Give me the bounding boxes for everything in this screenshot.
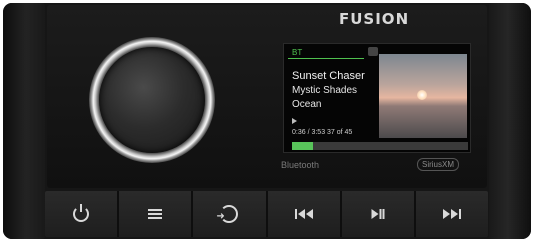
track-title: Sunset Chaser: [292, 70, 365, 82]
source-icon: ➜: [216, 205, 239, 223]
album-art-sun: [417, 90, 427, 100]
bluetooth-logo: Bluetooth: [281, 160, 320, 170]
source-arrow-icon: ➜: [216, 211, 225, 222]
album-art: [379, 54, 467, 138]
next-icon: [442, 209, 461, 219]
brand-logo: FUSION: [339, 10, 410, 28]
play-pause-button[interactable]: [342, 191, 416, 237]
button-bar: ➜: [45, 191, 488, 237]
previous-icon: [294, 209, 313, 219]
play-pause-icon: [371, 209, 385, 219]
stereo-unit: FUSION BT Sunset Chaser Mystic Shades Oc…: [3, 3, 531, 239]
lock-icon: [368, 47, 378, 56]
track-artist: Mystic Shades: [292, 85, 358, 96]
track-time: 0:36 / 3:53 37 of 45: [292, 129, 353, 136]
menu-button[interactable]: [119, 191, 194, 237]
power-button[interactable]: [45, 191, 120, 237]
progress-bar: [292, 142, 468, 150]
display-screen: BT Sunset Chaser Mystic Shades Ocean 0:3…: [283, 43, 471, 153]
volume-knob[interactable]: [99, 47, 205, 153]
source-button[interactable]: ➜: [193, 191, 268, 237]
siriusxm-logo: SiriusXM: [417, 158, 460, 171]
next-button[interactable]: [416, 191, 488, 237]
source-label: BT: [292, 48, 303, 57]
track-album: Ocean: [292, 99, 322, 110]
progress-fill: [292, 142, 314, 150]
source-underline: [288, 58, 364, 59]
power-icon: [73, 204, 90, 222]
play-status-icon: [292, 118, 297, 124]
right-end-cap: [489, 3, 531, 239]
power-stem: [80, 204, 83, 212]
previous-button[interactable]: [268, 191, 342, 237]
left-end-cap: [3, 3, 45, 239]
menu-icon: [148, 209, 163, 219]
